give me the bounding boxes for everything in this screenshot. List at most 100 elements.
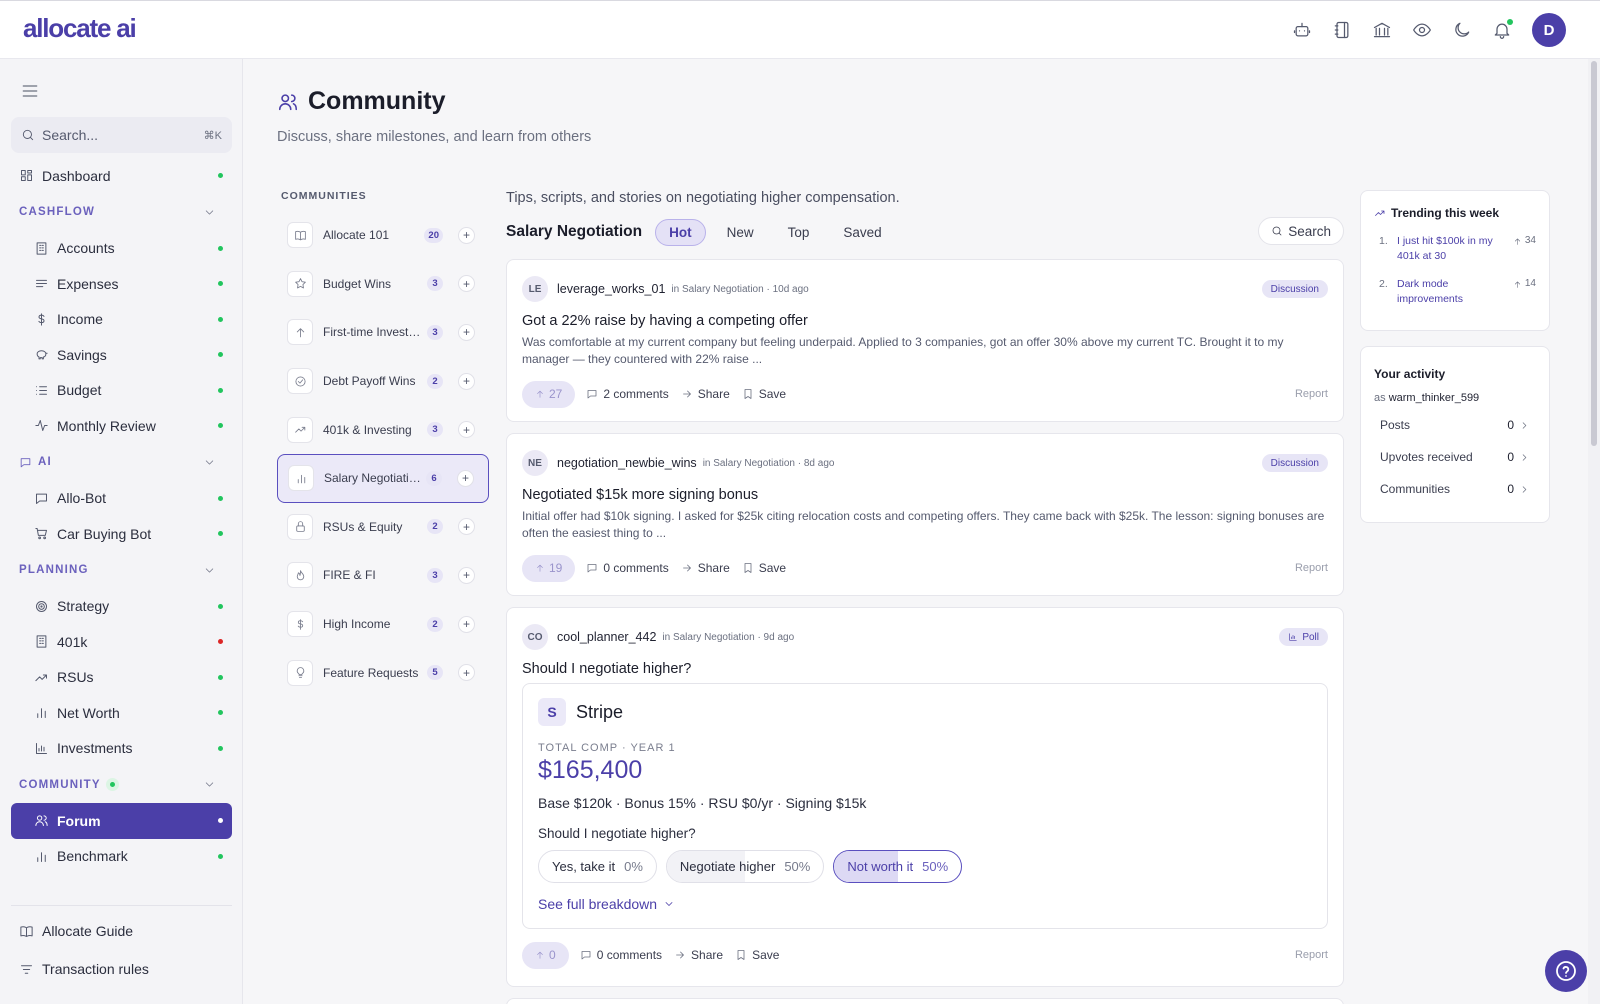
community-first-time-investors[interactable]: First-time Investors 3 + [277, 308, 489, 357]
post-card[interactable]: CO cool_planner_442 in Salary Negotiatio… [506, 607, 1344, 987]
save-button[interactable]: Save [735, 948, 779, 962]
poll-option-not-worth-it[interactable]: Not worth it 50% [833, 850, 963, 883]
scrollbar-thumb[interactable] [1591, 61, 1597, 446]
join-button[interactable]: + [458, 275, 475, 293]
share-button[interactable]: Share [681, 561, 730, 575]
join-button[interactable]: + [458, 372, 475, 390]
sidebar-item-income[interactable]: Income [11, 302, 232, 338]
sidebar-item-allo-bot[interactable]: Allo-Bot [11, 481, 232, 517]
community-allocate-101[interactable]: Allocate 101 20 + [277, 211, 489, 260]
join-button[interactable]: + [458, 226, 475, 244]
comments-button[interactable]: 0 comments [580, 948, 662, 962]
save-button[interactable]: Save [742, 387, 786, 401]
tab-top[interactable]: Top [775, 220, 823, 245]
post-card[interactable]: NE negotiation_newbie_wins in Salary Neg… [506, 433, 1344, 596]
bank-icon[interactable] [1372, 20, 1392, 40]
sidebar-item-monthly-review[interactable]: Monthly Review [11, 408, 232, 444]
post-author[interactable]: leverage_works_01 [557, 282, 665, 296]
trending-item[interactable]: 1. I just hit $100k in my 401k at 30 34 [1374, 234, 1536, 263]
page-scrollbar[interactable] [1588, 59, 1600, 1004]
join-button[interactable]: + [458, 566, 475, 584]
tab-new[interactable]: New [714, 220, 767, 245]
report-link[interactable]: Report [1295, 388, 1328, 400]
robot-icon[interactable] [1292, 20, 1312, 40]
sidebar-item-car-buying-bot[interactable]: Car Buying Bot [11, 516, 232, 552]
save-button[interactable]: Save [742, 561, 786, 575]
sidebar-item-net-worth[interactable]: Net Worth [11, 695, 232, 731]
poll-option-yes-take-it[interactable]: Yes, take it 0% [538, 850, 657, 883]
community-401k-investing[interactable]: 401k & Investing 3 + [277, 405, 489, 454]
trending-title-link[interactable]: Dark mode improvements [1397, 277, 1505, 306]
poll-option-negotiate-higher[interactable]: Negotiate higher 50% [665, 850, 825, 883]
report-link[interactable]: Report [1295, 562, 1328, 574]
sidebar-item-401k[interactable]: 401k [11, 624, 232, 660]
join-button[interactable]: + [458, 518, 475, 536]
upvote-button[interactable]: 19 [522, 554, 576, 582]
section-community[interactable]: COMMUNITY [11, 766, 232, 803]
community-fire-fi[interactable]: FIRE & FI 3 + [277, 551, 489, 600]
sidebar-item-investments[interactable]: Investments [11, 731, 232, 767]
activity-row-posts[interactable]: Posts 0 [1374, 409, 1536, 441]
community-feature-requests[interactable]: Feature Requests 5 + [277, 648, 489, 697]
join-button[interactable]: + [458, 615, 475, 633]
comments-button[interactable]: 2 comments [586, 387, 669, 401]
share-button[interactable]: Share [674, 948, 723, 962]
avatar[interactable]: NE [522, 450, 548, 476]
trending-title-link[interactable]: I just hit $100k in my 401k at 30 [1397, 234, 1505, 263]
join-button[interactable]: + [458, 421, 475, 439]
trending-item[interactable]: 2. Dark mode improvements 14 [1374, 277, 1536, 306]
sidebar-item-expenses[interactable]: Expenses [11, 266, 232, 302]
sidebar-item-savings[interactable]: Savings [11, 337, 232, 373]
sidebar-item-budget[interactable]: Budget [11, 373, 232, 409]
sidebar-item-allocate-guide[interactable]: Allocate Guide [11, 912, 232, 950]
sidebar-item-accounts[interactable]: Accounts [11, 231, 232, 267]
bell-icon[interactable] [1492, 19, 1513, 40]
upvote-button[interactable]: 27 [522, 380, 576, 408]
sidebar-search[interactable]: Search... ⌘K [11, 117, 232, 153]
section-cashflow[interactable]: CASHFLOW [11, 194, 232, 231]
menu-icon[interactable] [20, 81, 40, 101]
notebook-icon[interactable] [1332, 20, 1352, 40]
section-ai[interactable]: AI [11, 444, 232, 481]
comments-button[interactable]: 0 comments [586, 561, 669, 575]
community-debt-payoff-wins[interactable]: Debt Payoff Wins 2 + [277, 357, 489, 406]
sidebar-item-transaction-rules[interactable]: Transaction rules [11, 950, 232, 988]
share-button[interactable]: Share [681, 387, 730, 401]
join-button[interactable]: + [458, 323, 475, 341]
post-author[interactable]: negotiation_newbie_wins [557, 456, 697, 470]
app-logo[interactable]: allocate ai [23, 13, 137, 44]
activity-row-communities[interactable]: Communities 0 [1374, 473, 1536, 505]
activity-row-upvotes[interactable]: Upvotes received 0 [1374, 441, 1536, 473]
sidebar-item-forum[interactable]: Forum [11, 803, 232, 839]
poll-option-label: Not worth it [847, 859, 914, 874]
see-full-breakdown-link[interactable]: See full breakdown [538, 896, 1312, 912]
community-budget-wins[interactable]: Budget Wins 3 + [277, 260, 489, 309]
comments-label: 0 comments [603, 561, 669, 575]
moon-icon[interactable] [1452, 20, 1472, 40]
post-card[interactable]: LE leverage_works_01 in Salary Negotiati… [506, 259, 1344, 422]
join-button[interactable]: + [458, 664, 475, 682]
section-planning[interactable]: PLANNING [11, 552, 232, 589]
avatar[interactable]: CO [522, 624, 548, 650]
community-salary-negotiation[interactable]: Salary Negotiation 6 + [277, 453, 489, 503]
user-avatar[interactable]: D [1532, 13, 1566, 47]
avatar[interactable]: LE [522, 276, 548, 302]
upvote-button[interactable]: 0 [522, 941, 569, 969]
status-dot [218, 352, 223, 358]
report-link[interactable]: Report [1295, 949, 1328, 961]
post-tag: Discussion [1261, 280, 1328, 298]
community-high-income[interactable]: High Income 2 + [277, 600, 489, 649]
help-button[interactable] [1545, 950, 1587, 992]
sidebar-item-benchmark[interactable]: Benchmark [11, 839, 232, 875]
post-author[interactable]: cool_planner_442 [557, 630, 656, 644]
sidebar-item-strategy[interactable]: Strategy [11, 589, 232, 625]
eye-icon[interactable] [1412, 20, 1432, 40]
tab-hot[interactable]: Hot [655, 218, 706, 246]
sidebar-item-rsus[interactable]: RSUs [11, 660, 232, 696]
join-button[interactable]: + [457, 469, 474, 487]
feed-search-button[interactable]: Search [1258, 217, 1344, 245]
community-rsus-equity[interactable]: RSUs & Equity 2 + [277, 503, 489, 552]
tab-saved[interactable]: Saved [830, 220, 894, 245]
sidebar-item-dashboard[interactable]: Dashboard [11, 158, 232, 194]
poll-options: Yes, take it 0% Negotiate higher 50% Not w… [538, 850, 1312, 883]
